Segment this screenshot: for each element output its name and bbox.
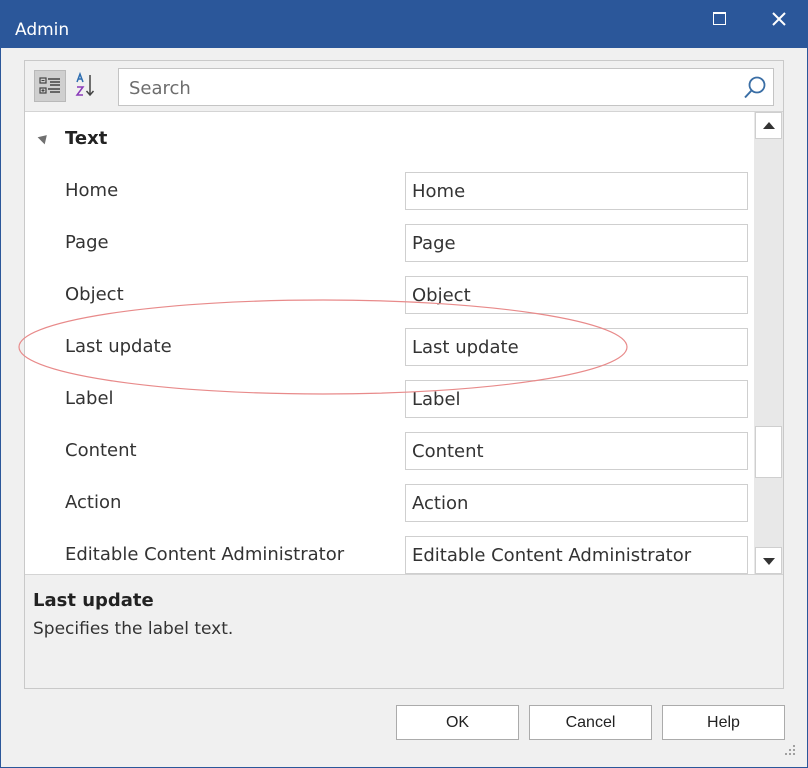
property-value-input[interactable] xyxy=(405,484,748,522)
vertical-scrollbar[interactable] xyxy=(754,112,783,574)
property-name: Label xyxy=(65,388,114,409)
property-value-input[interactable] xyxy=(405,536,748,574)
property-name: Home xyxy=(65,180,119,201)
scroll-up-button[interactable] xyxy=(755,112,782,139)
description-title: Last update xyxy=(33,590,154,611)
maximize-button[interactable] xyxy=(699,3,739,35)
maximize-icon xyxy=(713,12,726,25)
property-name: Editable Content Administrator xyxy=(65,544,345,565)
scroll-down-button[interactable] xyxy=(755,547,782,574)
property-name: Last update xyxy=(65,336,172,357)
search-box xyxy=(118,68,774,106)
arrow-up-icon xyxy=(763,122,775,129)
help-button[interactable]: Help xyxy=(662,705,785,740)
property-row[interactable]: Object xyxy=(25,268,753,320)
property-row[interactable]: Last update xyxy=(25,320,753,372)
category-row-text[interactable]: Text xyxy=(25,112,753,164)
property-row[interactable]: Home xyxy=(25,164,753,216)
admin-dialog: Admin Search Text Home Home Page Page Ob… xyxy=(0,0,808,768)
category-label: Text xyxy=(65,128,108,149)
search-icon[interactable] xyxy=(742,75,768,101)
property-panel: Text Home Page Object Last update Label xyxy=(24,60,784,689)
property-grid: Text Home Page Object Last update Label xyxy=(25,111,783,575)
property-row[interactable]: Label xyxy=(25,372,753,424)
cancel-button[interactable]: Cancel xyxy=(529,705,652,740)
scrollbar-thumb[interactable] xyxy=(755,426,782,478)
property-name: Action xyxy=(65,492,122,513)
property-value-input[interactable] xyxy=(405,276,748,314)
collapse-triangle-icon[interactable] xyxy=(37,131,51,145)
property-value-input[interactable] xyxy=(405,172,748,210)
property-name: Object xyxy=(65,284,124,305)
resize-grip-icon[interactable] xyxy=(783,743,797,757)
search-input[interactable] xyxy=(127,75,731,101)
arrow-down-icon xyxy=(763,558,775,565)
property-row[interactable]: Editable Content Administrator xyxy=(25,528,753,574)
ok-button[interactable]: OK xyxy=(396,705,519,740)
property-name: Page xyxy=(65,232,109,253)
property-value-input[interactable] xyxy=(405,380,748,418)
sort-az-icon xyxy=(75,71,95,97)
description-pane: Last update Specifies the label text. xyxy=(25,576,783,686)
property-value-input[interactable] xyxy=(405,432,748,470)
property-value-input[interactable] xyxy=(405,224,748,262)
property-row[interactable]: Action xyxy=(25,476,753,528)
property-name: Content xyxy=(65,440,137,461)
close-icon xyxy=(772,12,786,26)
window-title: Admin xyxy=(15,20,70,40)
alphabetical-sort-button[interactable] xyxy=(70,70,102,102)
property-row[interactable]: Content xyxy=(25,424,753,476)
categorized-view-icon xyxy=(39,77,60,94)
title-bar[interactable]: Admin xyxy=(1,1,807,48)
categorized-view-button[interactable] xyxy=(34,70,66,102)
close-button[interactable] xyxy=(757,3,801,35)
description-text: Specifies the label text. xyxy=(33,619,234,639)
property-value-input[interactable] xyxy=(405,328,748,366)
property-row[interactable]: Page xyxy=(25,216,753,268)
